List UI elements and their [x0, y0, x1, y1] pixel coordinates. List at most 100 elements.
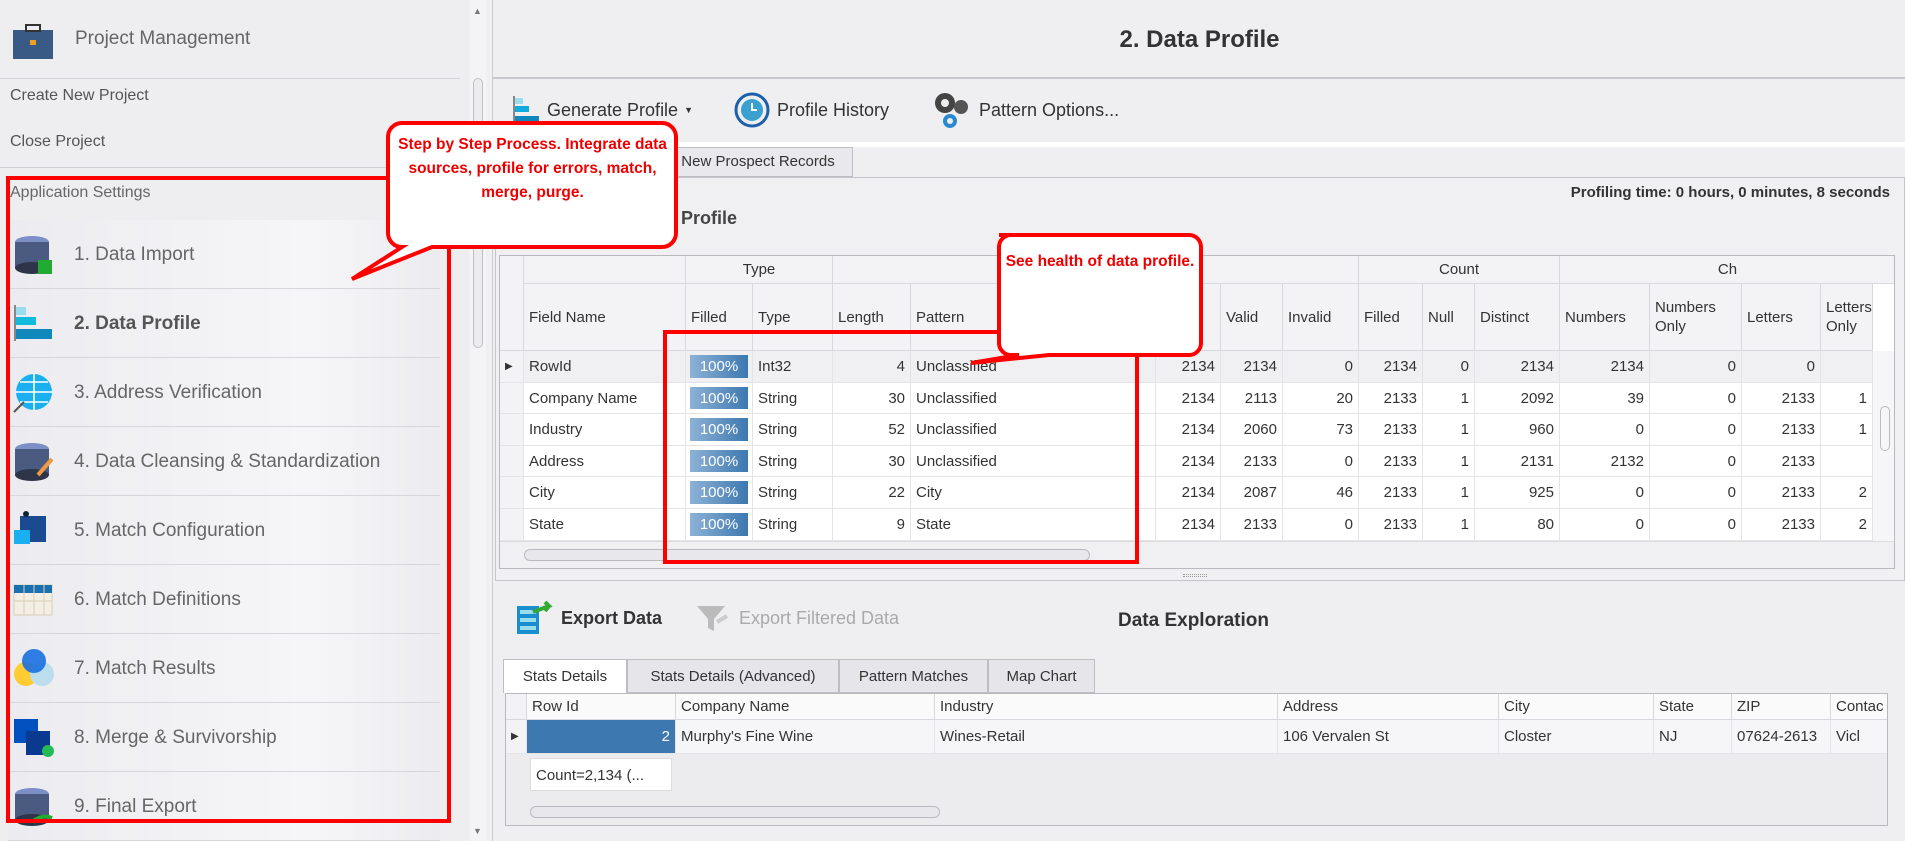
table-cell[interactable]: 2134	[1156, 445, 1221, 478]
table-cell[interactable]: 2131	[1475, 445, 1560, 478]
table-cell[interactable]: 2092	[1475, 382, 1560, 415]
table-cell[interactable]: Address	[524, 445, 686, 478]
tab-stats-details-advanced-[interactable]: Stats Details (Advanced)	[627, 659, 839, 693]
project-management-header[interactable]: Project Management	[0, 0, 460, 79]
table-cell[interactable]: Murphy's Fine Wine	[676, 720, 935, 754]
table-cell[interactable]: 2134	[1560, 351, 1650, 383]
table-cell[interactable]: 2133	[1359, 414, 1423, 446]
table-cell[interactable]: 1	[1423, 382, 1475, 415]
table-cell[interactable]: 0	[1560, 414, 1650, 446]
column-header[interactable]: Industry	[935, 694, 1278, 720]
table-cell[interactable]: City	[524, 477, 686, 509]
column-header[interactable]: ZIP	[1732, 694, 1831, 720]
table-cell[interactable]: 2133	[1359, 509, 1423, 541]
table-cell[interactable]: 2	[527, 720, 676, 754]
table-cell[interactable]: 0	[1423, 351, 1475, 383]
tab-map-chart[interactable]: Map Chart	[988, 659, 1095, 693]
table-cell[interactable]: Company Name	[524, 382, 686, 415]
table-cell[interactable]: 2134	[1359, 351, 1423, 383]
table-cell[interactable]: Vicl	[1831, 720, 1887, 754]
column-header[interactable]: Valid	[1221, 284, 1283, 351]
table-cell[interactable]: RowId	[524, 351, 686, 383]
column-header[interactable]: Company Name	[676, 694, 935, 720]
splitter-handle[interactable]	[1183, 574, 1207, 577]
table-cell[interactable]: 39	[1560, 382, 1650, 415]
scroll-down-icon[interactable]: ▼	[473, 826, 482, 836]
table-cell[interactable]: 2132	[1560, 445, 1650, 478]
table-cell[interactable]: 2133	[1221, 509, 1283, 541]
table-cell[interactable]: Closter	[1499, 720, 1654, 754]
table-cell[interactable]: NJ	[1654, 720, 1732, 754]
row-indicator[interactable]	[500, 509, 524, 541]
column-header[interactable]: State	[1654, 694, 1732, 720]
column-header[interactable]: Numbers	[1560, 284, 1650, 351]
table-cell[interactable]: 925	[1475, 477, 1560, 509]
dropdown-caret-icon[interactable]: ▼	[684, 105, 693, 115]
column-header[interactable]: Letters Only	[1821, 284, 1873, 351]
table-cell[interactable]: 2134	[1156, 414, 1221, 446]
table-cell[interactable]: 20	[1283, 382, 1359, 415]
table-cell[interactable]: 0	[1283, 351, 1359, 383]
table-cell[interactable]: 07624-2613	[1732, 720, 1831, 754]
column-header[interactable]: Letters	[1742, 284, 1821, 351]
tab-source-records[interactable]: New Prospect Records	[663, 147, 853, 177]
table-cell[interactable]: 0	[1560, 509, 1650, 541]
table-cell[interactable]: 2	[1821, 477, 1873, 509]
row-indicator[interactable]	[500, 477, 524, 509]
column-header[interactable]: Numbers Only	[1650, 284, 1742, 351]
table-cell[interactable]: State	[524, 509, 686, 541]
table-cell[interactable]	[1821, 351, 1873, 383]
table-cell[interactable]: 2133	[1742, 414, 1821, 446]
table-cell[interactable]: 0	[1650, 477, 1742, 509]
table-cell[interactable]: 2	[1821, 509, 1873, 541]
table-cell[interactable]: 2113	[1221, 382, 1283, 415]
table-cell[interactable]: 2060	[1221, 414, 1283, 446]
table-cell[interactable]: 1	[1423, 509, 1475, 541]
table-cell[interactable]: 106 Vervalen St	[1278, 720, 1499, 754]
row-indicator[interactable]	[500, 414, 524, 446]
column-header[interactable]: Contac	[1831, 694, 1887, 720]
table-cell[interactable]: 2134	[1156, 382, 1221, 415]
column-header[interactable]: Distinct	[1475, 284, 1560, 351]
tab-stats-details[interactable]: Stats Details	[503, 659, 627, 693]
table-cell[interactable]: 1	[1423, 445, 1475, 478]
table-cell[interactable]: 0	[1650, 414, 1742, 446]
table-cell[interactable]: 0	[1283, 445, 1359, 478]
export-filtered-data-button[interactable]: Export Filtered Data	[693, 600, 899, 636]
row-indicator[interactable]	[500, 382, 524, 415]
row-indicator[interactable]: ▶	[500, 351, 524, 383]
table-cell[interactable]: 1	[1821, 414, 1873, 446]
scroll-up-icon[interactable]: ▲	[473, 6, 482, 16]
table-cell[interactable]: 2133	[1359, 445, 1423, 478]
table-cell[interactable]: Industry	[524, 414, 686, 446]
tab-pattern-matches[interactable]: Pattern Matches	[839, 659, 988, 693]
table-cell[interactable]: 46	[1283, 477, 1359, 509]
column-header[interactable]: Null	[1423, 284, 1475, 351]
table-cell[interactable]: 2087	[1221, 477, 1283, 509]
table-cell[interactable]: 0	[1650, 509, 1742, 541]
table-cell[interactable]	[1821, 445, 1873, 478]
table-cell[interactable]: 2133	[1742, 509, 1821, 541]
table-cell[interactable]: 73	[1283, 414, 1359, 446]
table-cell[interactable]: 2133	[1359, 382, 1423, 415]
table-cell[interactable]: 0	[1283, 509, 1359, 541]
column-header[interactable]: Field Name	[524, 284, 686, 351]
table-cell[interactable]: Wines-Retail	[935, 720, 1278, 754]
table-cell[interactable]: 0	[1650, 382, 1742, 415]
horizontal-scrollbar[interactable]	[530, 806, 940, 818]
table-cell[interactable]: 2134	[1156, 509, 1221, 541]
profile-history-button[interactable]: Profile History	[733, 92, 889, 128]
table-cell[interactable]: 2134	[1221, 351, 1283, 383]
table-cell[interactable]: 2133	[1742, 382, 1821, 415]
column-header[interactable]: Filled	[1359, 284, 1423, 351]
table-cell[interactable]: 2133	[1221, 445, 1283, 478]
table-cell[interactable]: 1	[1423, 414, 1475, 446]
column-header[interactable]: Row Id	[527, 694, 676, 720]
row-indicator[interactable]: ▶	[506, 720, 527, 754]
table-cell[interactable]: 0	[1560, 477, 1650, 509]
table-cell[interactable]: 0	[1742, 351, 1821, 383]
table-cell[interactable]: 80	[1475, 509, 1560, 541]
column-header[interactable]: Invalid	[1283, 284, 1359, 351]
pattern-options-button[interactable]: Pattern Options...	[931, 92, 1119, 128]
table-cell[interactable]: 960	[1475, 414, 1560, 446]
